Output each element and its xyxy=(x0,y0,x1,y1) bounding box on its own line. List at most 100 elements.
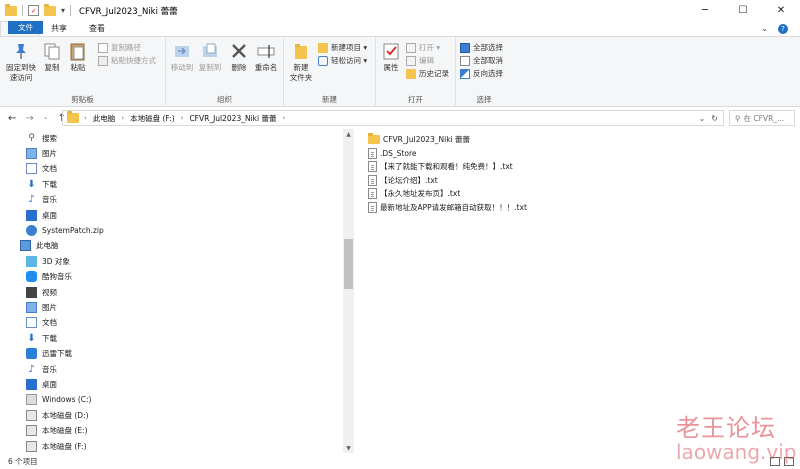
new-folder-button[interactable]: 新建 文件夹 xyxy=(286,41,316,83)
nav-item[interactable]: ⬇ 下载 xyxy=(26,177,57,191)
file-item[interactable]: 【论坛介绍】.txt xyxy=(368,174,438,187)
nav-item-label: 桌面 xyxy=(42,379,57,389)
chevron-right-icon[interactable]: › xyxy=(82,114,89,122)
drive-icon xyxy=(26,440,37,452)
nav-item[interactable]: 图片 xyxy=(26,146,57,160)
properties-button[interactable]: 属性 xyxy=(380,41,402,73)
chevron-right-icon[interactable]: › xyxy=(179,114,186,122)
nav-item[interactable]: 迅雷下载 xyxy=(26,347,72,361)
refresh-icon[interactable]: ↻ xyxy=(711,114,718,123)
downloads-icon: ⬇ xyxy=(27,332,36,344)
file-item[interactable]: 【来了就能下载和观看！纯免费！】.txt xyxy=(368,160,513,173)
copy-label: 复制 xyxy=(44,63,60,72)
nav-item[interactable]: 视频 xyxy=(26,285,57,299)
properties-check-icon[interactable]: ✓ xyxy=(28,5,39,16)
tab-file[interactable]: 文件 xyxy=(8,21,43,34)
text-file-icon xyxy=(368,161,377,172)
nav-pane-scrollbar[interactable]: ▲ ▼ xyxy=(343,129,354,453)
desktop-icon xyxy=(26,209,37,221)
clipboard-group-label: 剪贴板 xyxy=(71,95,94,104)
nav-item[interactable]: 本地磁盘 (E:) xyxy=(26,424,88,438)
back-arrow-icon[interactable]: ← xyxy=(8,113,16,124)
move-to-label: 移动到 xyxy=(170,63,194,72)
file-item[interactable]: CFVR_Jul2023_Niki 蕾蕾 xyxy=(368,133,470,146)
chevron-right-icon[interactable]: › xyxy=(119,114,126,122)
quick-access-toolbar: ✓ ▾ xyxy=(0,0,72,21)
forward-arrow-icon[interactable]: → xyxy=(25,113,33,124)
properties-label: 属性 xyxy=(383,63,399,72)
recent-chevron-icon[interactable]: ⌄ xyxy=(43,113,49,124)
history-button[interactable]: 历史记录 xyxy=(406,68,449,79)
customize-quick-access-icon[interactable]: ▾ xyxy=(61,6,65,15)
scroll-down-icon[interactable]: ▼ xyxy=(343,443,354,453)
address-dropdown-icon[interactable]: ⌄ xyxy=(699,114,706,123)
paste-shortcut-button[interactable]: 粘贴快捷方式 xyxy=(98,55,156,66)
nav-item[interactable]: 文档 xyxy=(26,316,57,330)
nav-item[interactable]: 3D 对象 xyxy=(26,254,70,268)
nav-item[interactable]: 酷狗音乐 xyxy=(26,270,72,284)
nav-item[interactable]: 桌面 xyxy=(26,377,57,391)
chevron-right-icon[interactable]: › xyxy=(280,114,287,122)
nav-item-label: 此电脑 xyxy=(36,241,59,251)
delete-button[interactable]: 删除 xyxy=(228,41,250,73)
new-item-button[interactable]: 新建项目 ▾ xyxy=(318,42,367,53)
breadcrumb-drive-f[interactable]: 本地磁盘 (F:) xyxy=(126,113,179,124)
navigation-pane: ⚲ 搜索 图片 文档 ⬇ 下载 ♪ 音乐 桌面 SystemPatch.zip 此电脑 3D 对象 酷狗… xyxy=(0,129,355,453)
invert-selection-button[interactable]: 反向选择 xyxy=(460,68,503,79)
search-icon: ⚲ xyxy=(28,132,35,143)
file-item[interactable]: .DS_Store xyxy=(368,147,417,160)
breadcrumb-this-pc[interactable]: 此电脑 xyxy=(89,113,120,124)
tab-view[interactable]: 查看 xyxy=(78,21,116,36)
delete-label: 删除 xyxy=(231,63,247,72)
file-name: 【永久地址发布页】.txt xyxy=(380,189,461,198)
copy-path-button[interactable]: 复制路径 xyxy=(98,42,141,53)
maximize-button[interactable]: ☐ xyxy=(724,0,762,21)
close-button[interactable]: ✕ xyxy=(762,0,800,21)
breadcrumb-current-folder[interactable]: CFVR_Jul2023_Niki 蕾蕾 xyxy=(185,113,280,124)
file-item[interactable]: 最新地址及APP请发邮箱自动获取！！！.txt xyxy=(368,201,527,214)
pin-quick-access-button[interactable]: 固定到快 速访问 xyxy=(4,41,38,83)
select-all-button[interactable]: 全部选择 xyxy=(460,42,503,53)
copy-to-button[interactable]: 复制到 xyxy=(196,41,224,73)
search-box[interactable]: ⚲ 在 CFVR_... xyxy=(729,110,795,126)
nav-item[interactable]: Windows (C:) xyxy=(26,393,91,407)
search-icon: ⚲ xyxy=(735,113,741,123)
select-none-button[interactable]: 全部取消 xyxy=(460,55,503,66)
move-to-button[interactable]: 移动到 xyxy=(168,41,196,73)
paste-label: 粘贴 xyxy=(70,63,86,72)
file-item[interactable]: 【永久地址发布页】.txt xyxy=(368,187,460,200)
new-item-label: 新建项目 ▾ xyxy=(331,43,368,52)
nav-item[interactable]: 文档 xyxy=(26,162,57,176)
nav-item[interactable]: 本地磁盘 (F:) xyxy=(26,439,87,453)
ribbon-expand-icon[interactable]: ⌄ xyxy=(761,24,768,33)
nav-item[interactable]: ♪ 音乐 xyxy=(26,193,57,207)
nav-item[interactable]: SystemPatch.zip xyxy=(26,223,104,237)
nav-item-label: 下载 xyxy=(42,179,57,189)
move-to-icon xyxy=(172,41,192,61)
open-button[interactable]: 打开 ▾ xyxy=(406,42,440,53)
rename-button[interactable]: 重命名 xyxy=(252,41,280,73)
scroll-up-icon[interactable]: ▲ xyxy=(343,129,354,139)
tab-share[interactable]: 共享 xyxy=(40,21,78,36)
nav-item[interactable]: ⚲ 搜索 xyxy=(26,131,57,145)
new-folder-quick-icon[interactable] xyxy=(44,3,56,16)
nav-item[interactable]: ⬇ 下载 xyxy=(26,331,57,345)
nav-item[interactable]: 此电脑 xyxy=(20,239,59,253)
nav-item[interactable]: 本地磁盘 (D:) xyxy=(26,408,89,422)
nav-item-label: 音乐 xyxy=(42,195,57,205)
minimize-button[interactable]: ─ xyxy=(686,0,724,21)
nav-item-label: 酷狗音乐 xyxy=(42,272,72,282)
nav-item[interactable]: 图片 xyxy=(26,300,57,314)
address-bar[interactable]: › 此电脑 › 本地磁盘 (F:) › CFVR_Jul2023_Niki 蕾蕾… xyxy=(62,110,724,126)
easy-access-button[interactable]: 轻松访问 ▾ xyxy=(318,55,367,66)
help-icon[interactable]: ? xyxy=(778,23,788,34)
copy-button[interactable]: 复制 xyxy=(40,41,64,73)
scrollbar-thumb[interactable] xyxy=(344,239,353,289)
nav-item[interactable]: ♪ 音乐 xyxy=(26,362,57,376)
edit-button[interactable]: 编辑 xyxy=(406,55,434,66)
nav-item-label: 迅雷下载 xyxy=(42,349,72,359)
pin-icon xyxy=(11,41,31,61)
nav-item[interactable]: 桌面 xyxy=(26,208,57,222)
paste-button[interactable]: 粘贴 xyxy=(66,41,90,73)
paste-shortcut-label: 粘贴快捷方式 xyxy=(111,56,156,65)
